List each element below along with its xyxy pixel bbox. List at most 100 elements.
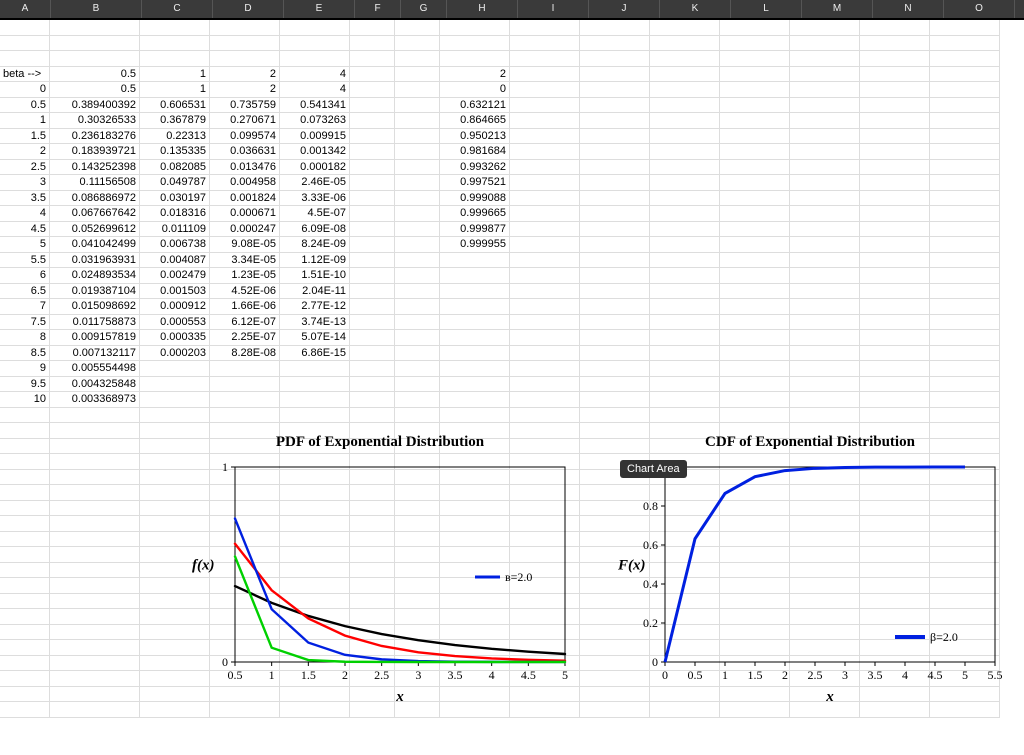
cell[interactable]: [860, 51, 930, 67]
cell[interactable]: [210, 408, 280, 424]
cell[interactable]: [395, 51, 440, 67]
col-header-D[interactable]: D: [213, 0, 284, 18]
cell[interactable]: [510, 392, 580, 408]
cell[interactable]: [790, 284, 860, 300]
cell[interactable]: [860, 377, 930, 393]
cell[interactable]: [650, 206, 720, 222]
cell[interactable]: beta -->: [0, 67, 50, 83]
cell[interactable]: 0.11156508: [50, 175, 140, 191]
cell[interactable]: [930, 51, 1000, 67]
cell[interactable]: [510, 160, 580, 176]
col-header-N[interactable]: N: [873, 0, 944, 18]
col-header-A[interactable]: A: [0, 0, 51, 18]
cell[interactable]: [395, 268, 440, 284]
cell[interactable]: [790, 175, 860, 191]
cell[interactable]: [395, 361, 440, 377]
cell[interactable]: [720, 20, 790, 36]
cell[interactable]: [650, 160, 720, 176]
cell[interactable]: [650, 315, 720, 331]
cell[interactable]: [650, 253, 720, 269]
cell[interactable]: [395, 129, 440, 145]
cell[interactable]: [650, 144, 720, 160]
cell[interactable]: 0.999955: [440, 237, 510, 253]
cell[interactable]: [650, 377, 720, 393]
cell[interactable]: [930, 144, 1000, 160]
cell[interactable]: [510, 268, 580, 284]
cell[interactable]: [930, 98, 1000, 114]
cell[interactable]: [720, 377, 790, 393]
cell[interactable]: [580, 206, 650, 222]
cell[interactable]: 0.004325848: [50, 377, 140, 393]
cell[interactable]: [350, 299, 395, 315]
cell[interactable]: 0.052699612: [50, 222, 140, 238]
cell[interactable]: [0, 20, 50, 36]
cell[interactable]: [395, 392, 440, 408]
cell[interactable]: [720, 175, 790, 191]
pdf-chart-svg[interactable]: 010.511.522.533.544.55f(x)xʙ=2.0: [180, 457, 580, 707]
cell[interactable]: [50, 36, 140, 52]
cell[interactable]: [860, 330, 930, 346]
cell[interactable]: 0.5: [0, 98, 50, 114]
cell[interactable]: [930, 361, 1000, 377]
cell[interactable]: 0.019387104: [50, 284, 140, 300]
cell[interactable]: [350, 392, 395, 408]
cell[interactable]: [650, 346, 720, 362]
cell[interactable]: 0.143252398: [50, 160, 140, 176]
cell[interactable]: [280, 51, 350, 67]
cdf-chart-svg[interactable]: 00.20.40.60.800.511.522.533.544.555.5F(x…: [610, 457, 1010, 707]
cell[interactable]: [580, 315, 650, 331]
cell[interactable]: [395, 144, 440, 160]
cell[interactable]: [720, 206, 790, 222]
cell[interactable]: [650, 191, 720, 207]
cell[interactable]: 2.5: [0, 160, 50, 176]
cell[interactable]: [720, 51, 790, 67]
cell[interactable]: 0.007132117: [50, 346, 140, 362]
cell[interactable]: 0.5: [50, 67, 140, 83]
cell[interactable]: 0.000335: [140, 330, 210, 346]
cell[interactable]: [650, 237, 720, 253]
cell[interactable]: 0.993262: [440, 160, 510, 176]
cell[interactable]: [790, 346, 860, 362]
cell[interactable]: 0.632121: [440, 98, 510, 114]
cell[interactable]: [650, 330, 720, 346]
cell[interactable]: [650, 129, 720, 145]
cell[interactable]: [860, 113, 930, 129]
cell[interactable]: [580, 144, 650, 160]
cell[interactable]: [720, 222, 790, 238]
cell[interactable]: [860, 82, 930, 98]
cell[interactable]: [140, 51, 210, 67]
cell[interactable]: [790, 20, 860, 36]
cell[interactable]: [510, 82, 580, 98]
cell[interactable]: [860, 144, 930, 160]
cell[interactable]: [350, 98, 395, 114]
cell[interactable]: [650, 408, 720, 424]
cell[interactable]: [350, 144, 395, 160]
cell[interactable]: 0.001503: [140, 284, 210, 300]
cell[interactable]: [650, 113, 720, 129]
cell[interactable]: [350, 377, 395, 393]
cell[interactable]: [720, 82, 790, 98]
cell[interactable]: 0.001342: [280, 144, 350, 160]
cell[interactable]: [395, 222, 440, 238]
cell[interactable]: [650, 98, 720, 114]
cell[interactable]: 3.5: [0, 191, 50, 207]
cell[interactable]: 4.5E-07: [280, 206, 350, 222]
cell[interactable]: [50, 408, 140, 424]
cell[interactable]: [510, 284, 580, 300]
cell[interactable]: [350, 160, 395, 176]
cell[interactable]: 2: [210, 67, 280, 83]
cell[interactable]: [580, 20, 650, 36]
cell[interactable]: 0.999877: [440, 222, 510, 238]
cell[interactable]: [790, 222, 860, 238]
cell[interactable]: [720, 299, 790, 315]
col-header-E[interactable]: E: [284, 0, 355, 18]
cell[interactable]: [930, 160, 1000, 176]
cell[interactable]: [510, 346, 580, 362]
cell[interactable]: [510, 330, 580, 346]
cell[interactable]: [790, 299, 860, 315]
cell[interactable]: 0.005554498: [50, 361, 140, 377]
cell[interactable]: [140, 408, 210, 424]
cell[interactable]: [790, 315, 860, 331]
cell[interactable]: [790, 82, 860, 98]
cell[interactable]: [350, 191, 395, 207]
